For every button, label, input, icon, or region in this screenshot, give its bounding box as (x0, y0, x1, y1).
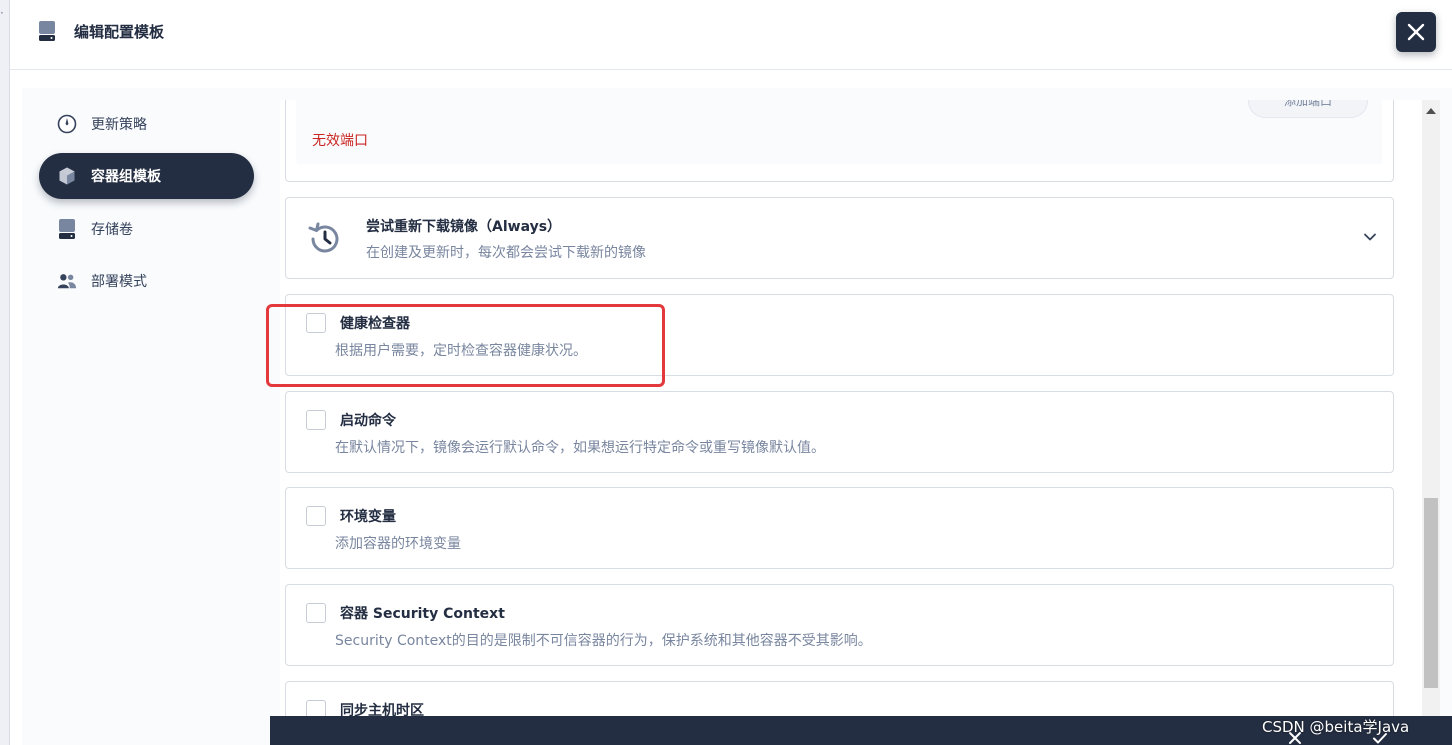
nav-item-pod-template[interactable]: 容器组模板 (39, 153, 254, 199)
chevron-down-icon[interactable] (1363, 230, 1377, 244)
settings-panel: 添加端口 无效端口 尝试重新下载镜像（Always） 在创建及更新时，每次都会尝… (280, 100, 1422, 745)
health-checker-checkbox[interactable] (306, 313, 326, 333)
dialog-title: 编辑配置模板 (74, 23, 165, 41)
option-title: 启动命令 (340, 413, 396, 429)
nav-item-update-strategy[interactable]: 更新策略 (39, 101, 254, 147)
container-ports-section: 添加端口 无效端口 (285, 100, 1394, 182)
add-port-button[interactable]: 添加端口 (1248, 100, 1368, 118)
update-strategy-icon (57, 114, 77, 134)
dialog-header: 编辑配置模板 (10, 0, 1452, 70)
option-description: 在默认情况下，镜像会运行默认命令，如果想运行特定命令或重写镜像默认值。 (335, 440, 825, 456)
edit-config-template-dialog: 编辑配置模板 更新策略 容器组模板 存储卷 部署模式 添加端口 无效端口 尝试重… (10, 0, 1452, 745)
option-title: 环境变量 (340, 509, 396, 525)
security-context-checkbox[interactable] (306, 603, 326, 623)
option-environment-variables: 环境变量 添加容器的环境变量 (285, 487, 1394, 569)
option-security-context: 容器 Security Context Security Context的目的是… (285, 584, 1394, 666)
nav-item-deploy-mode[interactable]: 部署模式 (39, 258, 254, 304)
side-nav: 更新策略 容器组模板 存储卷 部署模式 (22, 88, 270, 745)
scrollbar-thumb[interactable] (1424, 498, 1438, 688)
option-description: 根据用户需要，定时检查容器健康状况。 (335, 343, 587, 359)
scroll-up-arrow-icon[interactable] (1426, 108, 1436, 114)
start-command-checkbox[interactable] (306, 410, 326, 430)
content-scrollbar[interactable] (1422, 100, 1440, 745)
background-page-edge: · (0, 0, 10, 745)
option-description: Security Context的目的是限制不可信容器的行为，保护系统和其他容器… (335, 633, 872, 649)
nav-item-storage-volume[interactable]: 存储卷 (39, 206, 254, 252)
storage-volume-icon (57, 219, 77, 239)
option-title: 容器 Security Context (340, 606, 505, 622)
close-button[interactable] (1396, 12, 1436, 52)
pod-template-icon (57, 166, 77, 186)
history-icon (308, 222, 339, 253)
option-description: 添加容器的环境变量 (335, 536, 461, 552)
image-pull-policy-title: 尝试重新下载镜像（Always） (366, 219, 562, 235)
deploy-mode-icon (57, 271, 77, 291)
close-icon (1407, 23, 1425, 41)
csdn-watermark: CSDN @beita学Java (1262, 718, 1410, 736)
invalid-port-error: 无效端口 (312, 133, 368, 149)
option-health-checker: 健康检查器 根据用户需要，定时检查容器健康状况。 (285, 294, 1394, 376)
dialog-body: 更新策略 容器组模板 存储卷 部署模式 添加端口 无效端口 尝试重新下载镜像（A… (22, 88, 1452, 745)
image-pull-policy-select[interactable]: 尝试重新下载镜像（Always） 在创建及更新时，每次都会尝试下载新的镜像 (285, 197, 1394, 279)
option-title: 健康检查器 (340, 316, 410, 332)
option-start-command: 启动命令 在默认情况下，镜像会运行默认命令，如果想运行特定命令或重写镜像默认值。 (285, 391, 1394, 473)
image-pull-policy-description: 在创建及更新时，每次都会尝试下载新的镜像 (366, 245, 646, 261)
storage-icon (39, 21, 55, 41)
environment-variables-checkbox[interactable] (306, 506, 326, 526)
